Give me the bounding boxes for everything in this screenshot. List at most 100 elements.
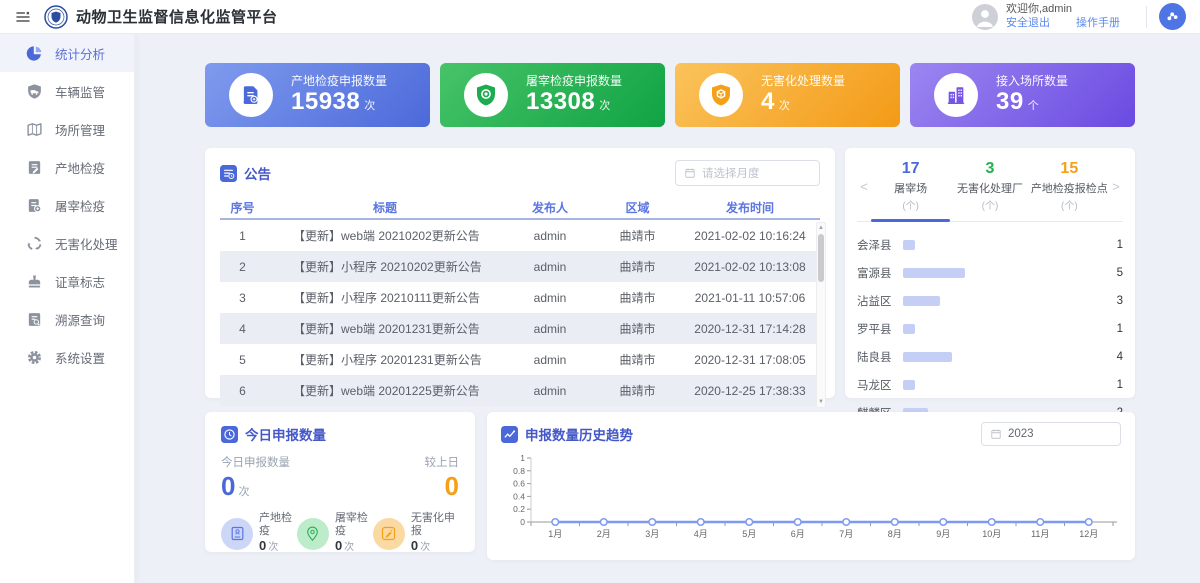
stat-card-harmless-count[interactable]: 无害化处理数量4次 [675,63,900,127]
sidebar-item-trace-query[interactable]: 溯源查询 [0,300,134,338]
compare-label: 较上日 [425,454,460,470]
table-cell: 2 [220,260,265,274]
bar [903,240,915,250]
facilities-panel: <17屠宰场(个)3无害化处理厂(个)15产地检疫报检点(个)> 会泽县1富源县… [845,148,1135,398]
svg-text:2月: 2月 [597,529,611,539]
sidebar-item-harmless-treatment[interactable]: 无害化处理 [0,224,134,262]
svg-text:0: 0 [520,517,525,527]
announcements-table: 序号标题发布人区域发布时间 1【更新】web端 20210202更新公告admi… [220,196,820,406]
month-picker-placeholder: 请选择月度 [702,165,760,181]
collapse-menu-icon[interactable] [12,6,34,28]
today-item-harmless-declare: 无害化申报0次 [373,512,459,555]
today-panel: 今日申报数量 今日申报数量 较上日 0次 0 产地检疫0次屠宰检疫0次无害化申报… [205,412,475,552]
tab-unit: (个) [950,197,1029,212]
sidebar-item-origin-quarantine[interactable]: 产地检疫 [0,148,134,186]
table-row[interactable]: 4【更新】web端 20201231更新公告admin曲靖市2020-12-31… [220,313,820,344]
today-item-value: 0次 [411,538,459,555]
tab-unit: (个) [871,197,950,212]
column-header: 区域 [595,199,680,216]
table-cell: 【更新】小程序 20210202更新公告 [265,258,505,275]
sidebar-item-statistics[interactable]: 统计分析 [0,34,134,72]
platform-logo-icon [44,5,68,29]
top-header: 动物卫生监督信息化监管平台 欢迎你,admin 安全退出 操作手册 [0,0,1200,34]
facility-tab-harmless-plants[interactable]: 3无害化处理厂(个) [950,160,1029,212]
table-cell: 【更新】web端 20210202更新公告 [265,227,505,244]
sidebar-item-vehicle-supervision[interactable]: 车辆监管 [0,72,134,110]
logout-link[interactable]: 安全退出 [1006,16,1050,30]
bar-category: 富源县 [857,265,903,281]
table-row[interactable]: 3【更新】小程序 20210111更新公告admin曲靖市2021-01-11 … [220,282,820,313]
today-item-label: 无害化申报 [411,512,459,538]
stat-card-slaughter-declarations[interactable]: 屠宰检疫申报数量13308次 [440,63,665,127]
doc-pen-icon [24,157,44,177]
today-count-unit: 次 [238,486,249,498]
clock-icon [221,426,238,443]
stat-card-unit: 次 [599,100,611,112]
scroll-up-icon[interactable]: ▲ [818,223,824,233]
sidebar-item-place-management[interactable]: 场所管理 [0,110,134,148]
scroll-down-icon[interactable]: ▼ [818,397,824,407]
bar [903,352,952,362]
vehicle-shield-icon [24,81,44,101]
bar-category: 罗平县 [857,321,903,337]
sidebar-item-seal-mark[interactable]: 证章标志 [0,262,134,300]
tab-label: 无害化处理厂 [950,180,1029,196]
bar-track [903,240,1101,250]
table-scrollbar[interactable]: ▲ ▼ [816,222,826,408]
bar-value: 5 [1101,267,1123,279]
table-cell: 1 [220,229,265,243]
table-cell: 【更新】小程序 20201231更新公告 [265,351,505,368]
table-row[interactable]: 6【更新】web端 20201225更新公告admin曲靖市2020-12-25… [220,375,820,406]
today-title: 今日申报数量 [245,424,326,444]
table-cell: admin [505,384,595,398]
today-item-label: 产地检疫 [259,512,297,538]
sidebar-item-system-settings[interactable]: 系统设置 [0,338,134,376]
year-value: 2023 [1008,428,1034,440]
share-network-button[interactable] [1159,3,1186,30]
stat-card-origin-declarations[interactable]: 产地检疫申报数量15938次 [205,63,430,127]
today-item-value: 0次 [335,538,373,555]
stat-card-connected-places[interactable]: 接入场所数量39个 [910,63,1135,127]
table-row[interactable]: 2【更新】小程序 20210202更新公告admin曲靖市2021-02-02 … [220,251,820,282]
table-cell: 2020-12-31 17:08:05 [680,353,820,367]
table-row[interactable]: 5【更新】小程序 20201231更新公告admin曲靖市2020-12-31 … [220,344,820,375]
svg-text:7月: 7月 [839,529,853,539]
tab-underline [950,219,1029,222]
bar-category: 陆良县 [857,349,903,365]
sidebar-item-slaughter-quarantine[interactable]: 屠宰检疫 [0,186,134,224]
shield-box-icon [699,73,743,117]
column-header: 标题 [265,199,505,216]
facility-tab-slaughterhouses[interactable]: 17屠宰场(个) [871,160,950,212]
tab-underline [871,219,950,222]
bar [903,268,965,278]
stat-card-unit: 个 [1028,100,1040,112]
month-picker-input[interactable]: 请选择月度 [675,160,820,186]
tabs-prev-icon[interactable]: < [857,179,871,194]
scrollbar-thumb[interactable] [818,234,824,282]
tabs-next-icon[interactable]: > [1109,179,1123,194]
facility-tab-origin-checkpoints[interactable]: 15产地检疫报检点(个) [1030,160,1109,212]
trend-line-chart: 00.20.40.60.811月2月3月4月5月6月7月8月9月10月11月12… [501,450,1121,557]
table-cell: 曲靖市 [595,382,680,399]
table-cell: 2021-02-02 10:16:24 [680,229,820,243]
table-cell: admin [505,229,595,243]
table-header-row: 序号标题发布人区域发布时间 [220,196,820,220]
table-cell: 曲靖市 [595,320,680,337]
today-item-slaughter-quarantine: 屠宰检疫0次 [297,512,373,555]
table-row[interactable]: 1【更新】web端 20210202更新公告admin曲靖市2021-02-02… [220,220,820,251]
stat-card-value: 13308次 [526,89,622,119]
manual-link[interactable]: 操作手册 [1076,16,1120,30]
table-cell: admin [505,260,595,274]
bar [903,324,915,334]
avatar[interactable] [972,4,998,30]
bar-value: 1 [1101,379,1123,391]
stat-card-value: 39个 [996,89,1068,119]
bar-value: 4 [1101,351,1123,363]
recycle-icon [24,233,44,253]
svg-text:5月: 5月 [742,529,756,539]
sidebar-item-label: 屠宰检疫 [55,196,105,215]
year-picker-input[interactable]: 2023 [981,422,1121,446]
table-body: 1【更新】web端 20210202更新公告admin曲靖市2021-02-02… [220,220,820,406]
today-breakdown: 产地检疫0次屠宰检疫0次无害化申报0次 [221,512,459,555]
svg-text:1月: 1月 [548,529,562,539]
